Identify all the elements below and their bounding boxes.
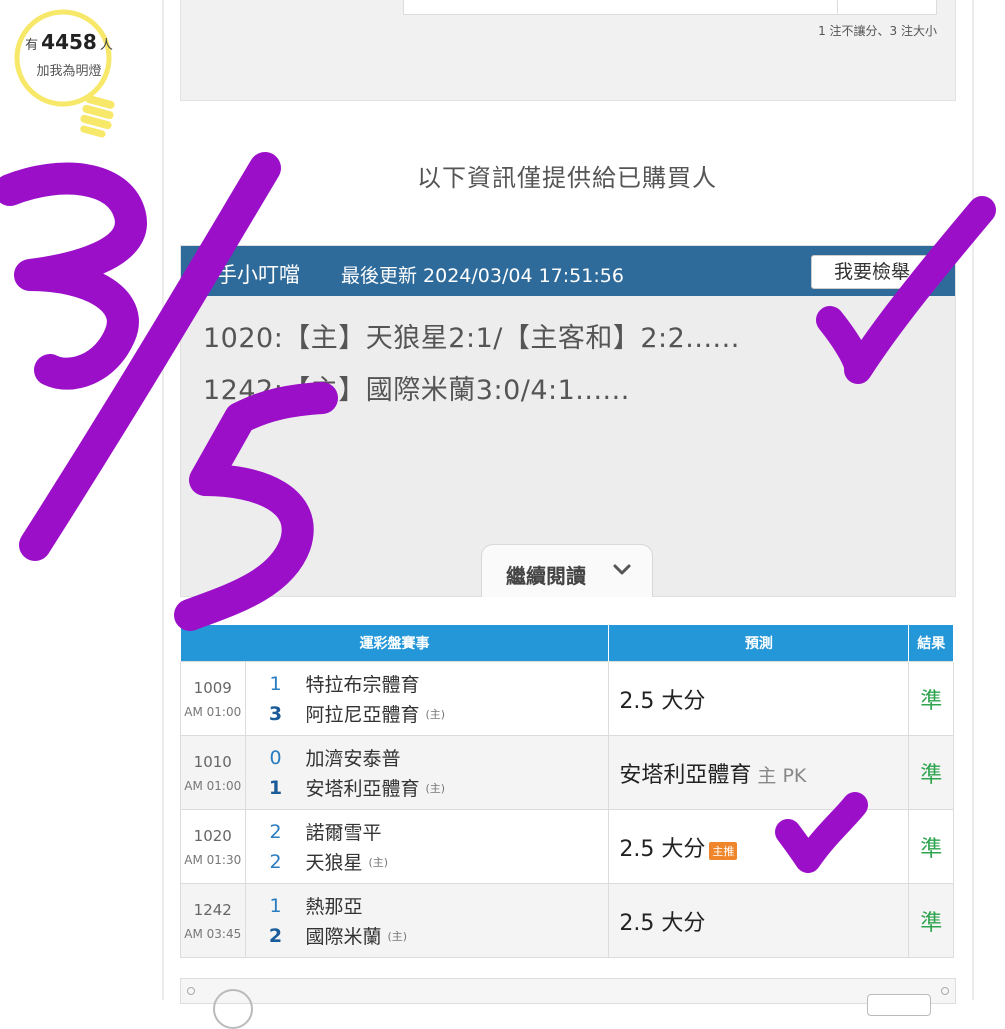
lamp-count: 有 4458 人 xyxy=(25,30,113,54)
report-button[interactable]: 我要檢舉 xyxy=(811,255,933,289)
prediction: 2.5 大分 xyxy=(619,836,706,862)
follow-lamp-badge[interactable]: 有 4458 人 加我為明燈 xyxy=(9,4,117,144)
home-score: 1 xyxy=(268,776,283,799)
read-more-label: 繼續閱讀 xyxy=(506,564,586,588)
home-team: 安塔利亞體育 xyxy=(305,778,420,800)
table-row: 1020 AM 01:30 2 諾爾雪平 2 天狼星 (主) 2.5 大分 主推 準 xyxy=(180,809,954,884)
chevron-down-icon xyxy=(613,564,631,575)
left-gutter xyxy=(0,0,162,1000)
prediction-card: 殺手小叮噹 最後更新 2024/03/04 17:51:56 我要檢舉 1020… xyxy=(180,245,956,597)
game-time: AM 01:00 xyxy=(184,704,242,719)
header-match: 運彩盤賽事 xyxy=(180,625,610,662)
away-team: 加濟安泰普 xyxy=(305,748,401,770)
previous-table-cell xyxy=(837,0,937,15)
read-more-button[interactable]: 繼續閱讀 xyxy=(481,544,653,597)
game-time: AM 03:45 xyxy=(184,926,242,941)
next-card-button[interactable] xyxy=(867,994,931,1016)
bet-summary-note: 1 注不讓分、3 注大小 xyxy=(818,24,937,38)
away-team: 特拉布宗體育 xyxy=(305,674,420,696)
table-row: 1009 AM 01:00 1 特拉布宗體育 3 阿拉尼亞體育 (主) 2.5 大分 準 xyxy=(180,661,954,736)
game-number: 1009 xyxy=(193,678,232,697)
away-score: 0 xyxy=(269,746,282,769)
away-score: 1 xyxy=(269,894,282,917)
game-number: 1010 xyxy=(193,752,232,771)
next-card-edge xyxy=(180,978,956,1029)
game-number: 1242 xyxy=(193,900,232,919)
game-time: AM 01:00 xyxy=(184,778,242,793)
result: 準 xyxy=(908,735,954,810)
table-row: 1010 AM 01:00 0 加濟安泰普 1 安塔利亞體育 (主) 安塔利亞體育主 P… xyxy=(180,735,954,810)
previous-panel: 1 注不讓分、3 注大小 xyxy=(180,0,956,101)
away-team: 諾爾雪平 xyxy=(305,822,382,844)
away-score: 1 xyxy=(269,672,282,695)
away-score: 2 xyxy=(269,820,282,843)
home-team: 阿拉尼亞體育 xyxy=(305,704,420,726)
header-prediction: 預測 xyxy=(608,625,910,662)
prediction: 安塔利亞體育 xyxy=(619,762,752,788)
home-team: 國際米蘭 xyxy=(305,926,382,948)
home-score: 2 xyxy=(268,924,283,947)
prediction: 2.5 大分 xyxy=(619,688,706,714)
main-pick-badge: 主推 xyxy=(709,842,738,860)
previous-table-cell xyxy=(403,0,841,15)
result: 準 xyxy=(908,661,954,736)
corner-dot xyxy=(187,987,195,995)
prediction-extra: 主 PK xyxy=(757,764,807,787)
pick-line: 1242:【主】國際米蘭3:0/4:1...... xyxy=(203,375,630,406)
home-score: 2 xyxy=(269,850,282,873)
result: 準 xyxy=(908,809,954,884)
buyers-only-heading: 以下資訊僅提供給已購買人 xyxy=(417,164,717,192)
home-mark: (主) xyxy=(368,855,389,869)
corner-dot xyxy=(941,987,949,995)
pick-line: 1020:【主】天狼星2:1/【主客和】2:2...... xyxy=(203,323,740,354)
card-header: 殺手小叮噹 最後更新 2024/03/04 17:51:56 我要檢舉 xyxy=(181,246,955,296)
avatar[interactable] xyxy=(213,989,253,1029)
prediction: 2.5 大分 xyxy=(619,910,706,936)
content-border-right xyxy=(972,0,974,1000)
game-time: AM 01:30 xyxy=(184,852,242,867)
home-mark: (主) xyxy=(425,707,446,721)
home-mark: (主) xyxy=(387,929,408,943)
table-row: 1242 AM 03:45 1 熱那亞 2 國際米蘭 (主) 2.5 大分 準 xyxy=(180,883,954,958)
result: 準 xyxy=(908,883,954,958)
home-mark: (主) xyxy=(425,781,446,795)
content-border-left xyxy=(162,0,164,1000)
last-updated: 最後更新 2024/03/04 17:51:56 xyxy=(341,265,624,287)
lamp-label: 加我為明燈 xyxy=(36,64,102,79)
game-number: 1020 xyxy=(193,826,232,845)
away-team: 熱那亞 xyxy=(305,896,363,918)
home-score: 3 xyxy=(268,702,283,725)
expert-name[interactable]: 殺手小叮噹 xyxy=(195,259,300,289)
home-team: 天狼星 xyxy=(305,852,363,874)
results-table: 運彩盤賽事 預測 結果 1009 AM 01:00 1 特拉布宗體育 3 阿拉尼亞體育… xyxy=(180,625,954,958)
header-result: 結果 xyxy=(908,625,954,662)
